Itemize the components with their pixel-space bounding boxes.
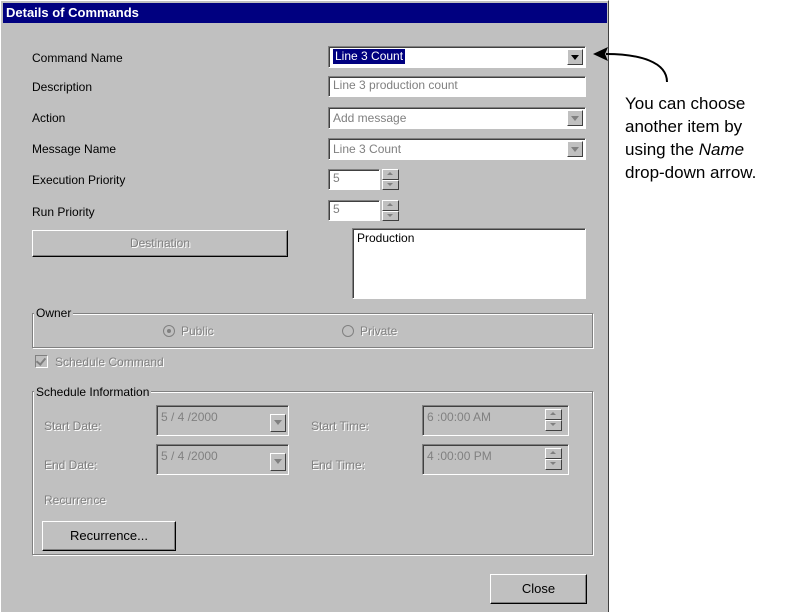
message-name-value: Line 3 Count bbox=[333, 142, 402, 156]
action-label: Action bbox=[32, 111, 66, 125]
spin-up-button[interactable] bbox=[545, 448, 562, 459]
callout-line-2: another item by bbox=[625, 117, 743, 136]
owner-group bbox=[32, 313, 593, 348]
destination-list[interactable]: Production bbox=[352, 228, 586, 299]
spin-up-button[interactable] bbox=[545, 409, 562, 420]
arrow-up-icon bbox=[387, 172, 393, 175]
public-radio[interactable] bbox=[163, 325, 175, 337]
spin-up-button[interactable] bbox=[382, 169, 399, 180]
spin-up-button[interactable] bbox=[382, 200, 399, 211]
description-field[interactable]: Line 3 production count bbox=[328, 76, 586, 97]
chevron-down-icon bbox=[274, 420, 282, 425]
action-dropdown-arrow[interactable] bbox=[567, 110, 583, 126]
callout-line-4: drop-down arrow. bbox=[625, 163, 757, 182]
details-of-commands-dialog: Details of Commands Command Name Line 3 … bbox=[0, 0, 609, 612]
chevron-down-icon bbox=[274, 459, 282, 464]
start-date-label: Start Date: bbox=[44, 419, 102, 433]
message-name-combobox[interactable]: Line 3 Count bbox=[328, 138, 586, 160]
command-name-dropdown-arrow[interactable] bbox=[567, 49, 583, 65]
action-combobox[interactable]: Add message bbox=[328, 107, 586, 129]
execution-priority-spinner[interactable] bbox=[382, 169, 399, 190]
callout-line-1: You can choose bbox=[625, 94, 746, 113]
radio-dot-icon bbox=[167, 329, 171, 333]
message-name-label: Message Name bbox=[32, 142, 117, 156]
callout-emphasis: Name bbox=[698, 140, 745, 159]
run-priority-spinner[interactable] bbox=[382, 200, 399, 221]
arrow-down-icon bbox=[550, 462, 556, 465]
run-priority-label: Run Priority bbox=[32, 205, 95, 219]
end-time-spinner[interactable] bbox=[545, 448, 562, 470]
arrow-down-icon bbox=[387, 213, 393, 217]
start-time-spinner[interactable] bbox=[545, 409, 562, 431]
private-radio[interactable] bbox=[342, 325, 354, 337]
execution-priority-field[interactable]: 5 bbox=[328, 169, 380, 190]
end-date-dropdown-arrow[interactable] bbox=[270, 453, 286, 471]
run-priority-field[interactable]: 5 bbox=[328, 200, 380, 221]
recurrence-label: Recurrence bbox=[44, 493, 107, 507]
spin-down-button[interactable] bbox=[545, 420, 562, 431]
spin-down-button[interactable] bbox=[382, 179, 399, 190]
arrow-down-icon bbox=[550, 423, 556, 426]
spin-down-button[interactable] bbox=[382, 210, 399, 221]
checkmark-icon bbox=[35, 355, 47, 366]
close-button[interactable]: Close bbox=[490, 574, 587, 604]
start-date-picker[interactable]: 5 / 4 /2000 bbox=[156, 405, 289, 436]
chevron-down-icon bbox=[571, 147, 579, 152]
start-time-value: 6 :00:00 AM bbox=[427, 410, 492, 424]
end-date-value: 5 / 4 /2000 bbox=[161, 449, 218, 463]
end-time-value: 4 :00:00 PM bbox=[427, 449, 492, 463]
run-priority-value: 5 bbox=[333, 202, 340, 216]
callout-text: You can choose another item by using the… bbox=[625, 92, 801, 184]
end-date-picker[interactable]: 5 / 4 /2000 bbox=[156, 444, 289, 475]
description-label: Description bbox=[32, 80, 93, 94]
schedule-command-checkbox[interactable] bbox=[35, 355, 48, 368]
execution-priority-value: 5 bbox=[333, 171, 340, 185]
command-name-combobox[interactable]: Line 3 Count bbox=[328, 46, 586, 68]
schedule-command-label: Schedule Command bbox=[55, 355, 164, 369]
destination-list-item[interactable]: Production bbox=[357, 231, 585, 246]
end-time-label: End Time: bbox=[311, 458, 366, 472]
callout-arrow-icon bbox=[593, 47, 668, 83]
start-date-dropdown-arrow[interactable] bbox=[270, 414, 286, 432]
description-value: Line 3 production count bbox=[333, 78, 458, 92]
command-name-value: Line 3 Count bbox=[333, 49, 406, 64]
dialog-title: Details of Commands bbox=[3, 3, 607, 23]
public-radio-label: Public bbox=[181, 324, 214, 338]
command-name-label: Command Name bbox=[32, 51, 123, 65]
arrow-up-icon bbox=[550, 451, 556, 454]
owner-group-title: Owner bbox=[34, 306, 74, 320]
execution-priority-label: Execution Priority bbox=[32, 173, 126, 187]
message-name-dropdown-arrow[interactable] bbox=[567, 141, 583, 157]
chevron-down-icon bbox=[571, 116, 579, 121]
chevron-down-icon bbox=[571, 55, 579, 60]
start-date-value: 5 / 4 /2000 bbox=[161, 410, 218, 424]
arrow-up-icon bbox=[550, 412, 556, 415]
schedule-information-title: Schedule Information bbox=[34, 385, 152, 399]
arrow-up-icon bbox=[387, 203, 393, 206]
private-radio-label: Private bbox=[360, 324, 398, 338]
end-date-label: End Date: bbox=[44, 458, 98, 472]
arrow-down-icon bbox=[387, 182, 393, 186]
destination-button[interactable]: Destination bbox=[32, 230, 288, 257]
action-value: Add message bbox=[333, 111, 407, 125]
recurrence-button[interactable]: Recurrence... bbox=[42, 521, 176, 551]
start-time-label: Start Time: bbox=[311, 419, 370, 433]
callout-line-3: using the Name bbox=[625, 138, 801, 161]
callout-line-3-text: using the bbox=[625, 140, 699, 159]
spin-down-button[interactable] bbox=[545, 459, 562, 470]
